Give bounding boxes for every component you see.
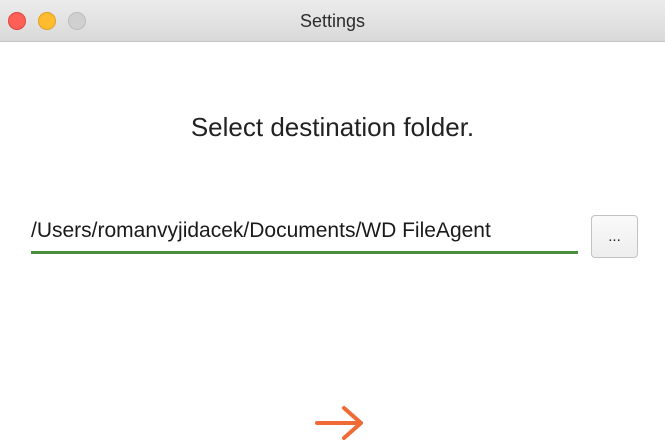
window-title: Settings [299, 11, 366, 31]
browse-folder-button[interactable]: ... [591, 215, 638, 258]
settings-window: Settings Select destination folder. ... [0, 0, 665, 444]
page-heading: Select destination folder. [190, 112, 475, 142]
destination-path-field[interactable] [31, 210, 578, 254]
title-bar[interactable]: Settings [0, 0, 665, 42]
next-arrow-icon[interactable] [313, 405, 367, 441]
